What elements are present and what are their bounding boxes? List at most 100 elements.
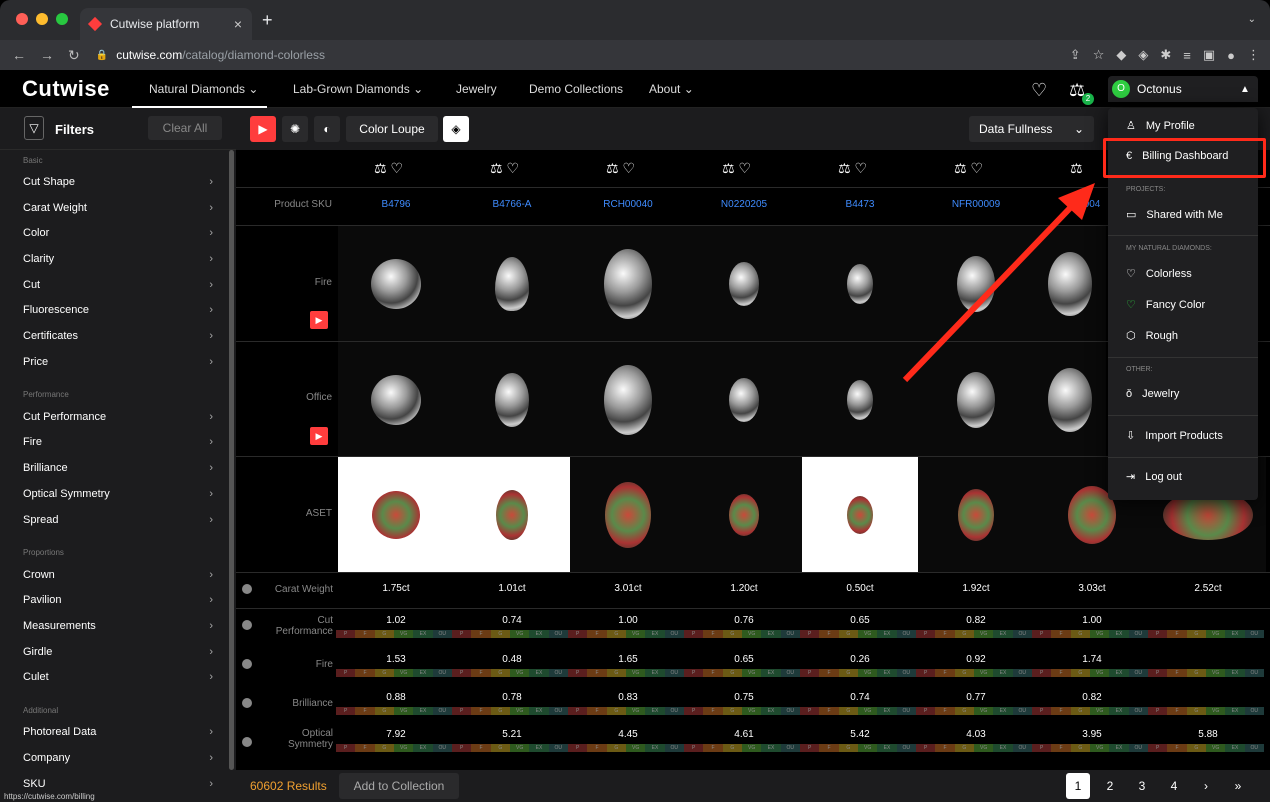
filter-color[interactable]: Color › (23, 227, 213, 239)
reading-list-icon[interactable]: ≡ (1183, 48, 1191, 63)
ring-view-button[interactable]: ◈ (443, 116, 469, 142)
heart-icon[interactable]: ♡ (738, 160, 751, 176)
diamond-image[interactable] (454, 342, 570, 458)
profile-avatar-icon[interactable]: ● (1227, 48, 1235, 63)
filter-funnel-icon[interactable]: ▽ (24, 116, 44, 140)
sku-link[interactable]: B4766-A (462, 199, 562, 210)
filter-cut-performance[interactable]: Cut Performance › (23, 411, 213, 423)
share-icon[interactable]: ⇪ (1070, 47, 1081, 63)
filter-clarity[interactable]: Clarity › (23, 253, 213, 265)
menu-log-out[interactable]: ⇥ Log out (1126, 470, 1182, 484)
diamond-image[interactable] (338, 342, 454, 458)
clear-all-button[interactable]: Clear All (148, 116, 222, 140)
sidebar-scrollbar[interactable] (229, 150, 234, 770)
aset-image[interactable] (918, 457, 1034, 573)
heart-icon[interactable]: ♡ (854, 160, 867, 176)
forward-icon[interactable]: → (40, 47, 54, 64)
back-icon[interactable]: ← (12, 47, 26, 64)
filter-cut[interactable]: Cut › (23, 279, 213, 291)
filter-culet[interactable]: Culet › (23, 671, 213, 683)
diamond-image[interactable] (686, 226, 802, 342)
next-page-button[interactable]: › (1194, 773, 1218, 799)
aset-image[interactable] (570, 457, 686, 573)
color-loupe-button[interactable]: Color Loupe (346, 116, 438, 142)
heart-icon[interactable]: ♡ (622, 160, 635, 176)
diamond-image[interactable] (1034, 226, 1106, 342)
compare-scale-icon[interactable]: ⚖ (490, 160, 503, 176)
filter-carat-weight[interactable]: Carat Weight › (23, 202, 213, 214)
filter-crown[interactable]: Crown › (23, 569, 213, 581)
compare-scale-icon[interactable]: ⚖ (606, 160, 619, 176)
browser-tab[interactable]: Cutwise platform × (80, 8, 252, 40)
zoom-window-button[interactable] (56, 13, 68, 25)
extension-icon[interactable]: ◆ (1116, 47, 1126, 63)
diamond-image[interactable] (918, 342, 1034, 458)
diamond-image[interactable] (570, 342, 686, 458)
aset-view-button[interactable]: ✺ (282, 116, 308, 142)
menu-jewelry[interactable]: ǒ Jewelry (1126, 388, 1179, 400)
aset-image[interactable] (802, 457, 918, 573)
puzzle-icon[interactable]: ✱ (1160, 47, 1171, 63)
diamond-image[interactable] (802, 342, 918, 458)
bookmark-star-icon[interactable]: ☆ (1093, 47, 1105, 63)
filter-measurements[interactable]: Measurements › (23, 620, 213, 632)
diamond-image[interactable] (1034, 342, 1106, 458)
filter-brilliance[interactable]: Brilliance › (23, 462, 213, 474)
page-4-button[interactable]: 4 (1162, 773, 1186, 799)
tab-close-icon[interactable]: × (234, 16, 242, 32)
compare-scale-icon[interactable]: ⚖ (954, 160, 967, 176)
menu-colorless[interactable]: ♡ Colorless (1126, 267, 1192, 281)
user-avatar[interactable]: O (1112, 80, 1130, 98)
sku-link[interactable]: N0220205 (694, 199, 794, 210)
cutwise-logo[interactable]: Cutwise (22, 76, 110, 102)
heart-icon[interactable]: ♡ (390, 160, 403, 176)
page-2-button[interactable]: 2 (1098, 773, 1122, 799)
filter-company[interactable]: Company › (23, 752, 213, 764)
aset-image[interactable] (454, 457, 570, 573)
add-to-collection-button[interactable]: Add to Collection (339, 773, 459, 799)
filter-pavilion[interactable]: Pavilion › (23, 594, 213, 606)
minimize-window-button[interactable] (36, 13, 48, 25)
diamond-image[interactable] (454, 226, 570, 342)
aset-image[interactable] (686, 457, 802, 573)
url-field[interactable]: 🔒 cutwise.com/catalog/diamond-colorless (96, 48, 325, 62)
diamond-image[interactable] (918, 226, 1034, 342)
contrast-view-button[interactable]: ◐ (314, 116, 340, 142)
diamond-image[interactable] (570, 226, 686, 342)
user-name[interactable]: Octonus (1137, 82, 1182, 96)
more-icon[interactable]: ⋮ (1247, 47, 1260, 63)
filter-fire[interactable]: Fire › (23, 436, 213, 448)
sort-select[interactable]: Data Fullness ⌄ (969, 116, 1094, 142)
tab-search-icon[interactable]: ⌄ (1248, 14, 1256, 25)
filter-photoreal-data[interactable]: Photoreal Data › (23, 726, 213, 738)
caret-up-icon[interactable]: ▲ (1240, 84, 1250, 95)
filter-certificates[interactable]: Certificates › (23, 330, 213, 342)
diamond-image[interactable] (338, 226, 454, 342)
diamond-image[interactable] (802, 226, 918, 342)
reload-icon[interactable]: ↻ (68, 47, 80, 64)
filter-price[interactable]: Price › (23, 356, 213, 368)
diamond-image[interactable] (686, 342, 802, 458)
heart-icon[interactable]: ♡ (1031, 80, 1047, 101)
menu-fancy-color[interactable]: ♡ Fancy Color (1126, 298, 1205, 312)
sku-link[interactable]: B4796 (346, 199, 446, 210)
close-window-button[interactable] (16, 13, 28, 25)
menu-rough[interactable]: ⬡ Rough (1126, 329, 1178, 343)
sku-link[interactable]: NFR00009 (926, 199, 1026, 210)
compare-scale-icon[interactable]: ⚖ (1070, 160, 1083, 176)
heart-icon[interactable]: ♡ (970, 160, 983, 176)
aset-image[interactable] (338, 457, 454, 573)
side-panel-icon[interactable]: ▣ (1203, 47, 1215, 63)
new-tab-icon[interactable]: + (262, 10, 273, 31)
nav-about[interactable]: About ⌄ (649, 82, 694, 96)
menu-shared-with-me[interactable]: ▭ Shared with Me (1126, 208, 1223, 222)
compare-scale-icon[interactable]: ⚖ (722, 160, 735, 176)
sku-link[interactable]: RCH00040 (578, 199, 678, 210)
nav-jewelry[interactable]: Jewelry (456, 82, 497, 96)
nav-demo-collections[interactable]: Demo Collections (529, 82, 623, 96)
heart-icon[interactable]: ♡ (506, 160, 519, 176)
compare-scale-icon[interactable]: ⚖ (374, 160, 387, 176)
compare-scale-icon[interactable]: ⚖ (838, 160, 851, 176)
filter-spread[interactable]: Spread › (23, 514, 213, 526)
user-menu-header[interactable] (1108, 76, 1258, 102)
